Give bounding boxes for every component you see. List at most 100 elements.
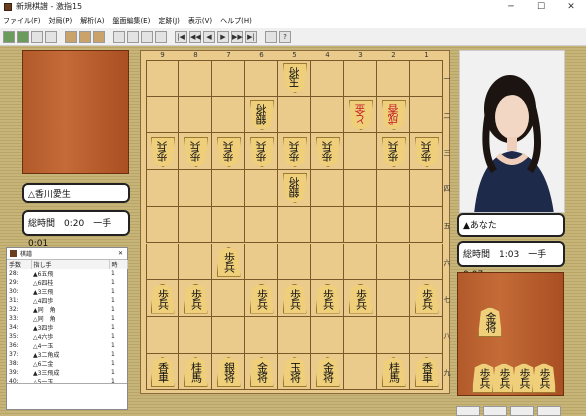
board-square[interactable] bbox=[179, 60, 212, 97]
board-square[interactable] bbox=[278, 96, 311, 134]
kifu-column-header[interactable]: 時 bbox=[109, 260, 128, 269]
kifu-row[interactable]: 32: ▲同 角 1 bbox=[7, 305, 127, 314]
first-move-icon[interactable]: |◀ bbox=[175, 30, 187, 43]
back-10-icon[interactable]: ◀◀ bbox=[189, 30, 201, 43]
kifu-column-header[interactable]: 手数 bbox=[7, 260, 32, 269]
shogi-piece[interactable]: 歩兵 bbox=[150, 283, 175, 314]
shogi-piece[interactable]: 歩兵 bbox=[250, 137, 274, 167]
kifu-row[interactable]: 39: ▲3三飛成 1 bbox=[7, 368, 127, 377]
menu-item[interactable]: 定跡(J) bbox=[158, 14, 180, 28]
board-square[interactable] bbox=[311, 170, 344, 207]
board-square[interactable] bbox=[212, 316, 245, 354]
last-move-icon[interactable]: ▶| bbox=[245, 30, 257, 43]
board-square[interactable] bbox=[245, 243, 278, 281]
board-square[interactable] bbox=[212, 280, 245, 317]
list2-icon[interactable] bbox=[127, 30, 139, 43]
save-icon[interactable] bbox=[31, 30, 43, 43]
board-square[interactable] bbox=[179, 243, 212, 281]
shogi-piece[interactable]: 歩兵 bbox=[382, 137, 406, 167]
menu-item[interactable]: 解析(A) bbox=[80, 14, 104, 28]
kifu-close-button[interactable]: ✕ bbox=[118, 250, 127, 257]
shogi-piece[interactable]: 桂馬 bbox=[381, 356, 406, 387]
board-square[interactable] bbox=[212, 206, 245, 244]
kifu-row[interactable]: 29: △6四桂 1 bbox=[7, 278, 127, 287]
board-square[interactable] bbox=[146, 170, 179, 207]
board-square[interactable] bbox=[245, 206, 278, 244]
board-square[interactable] bbox=[344, 170, 377, 207]
help-icon[interactable]: ? bbox=[279, 30, 291, 43]
board-square[interactable] bbox=[245, 170, 278, 207]
menu-item[interactable]: 対局(P) bbox=[49, 14, 73, 28]
board-square[interactable] bbox=[344, 353, 377, 391]
shogi-piece[interactable]: 成香 bbox=[382, 100, 406, 130]
shogi-piece[interactable]: 金将 bbox=[249, 356, 274, 387]
board-square[interactable] bbox=[146, 206, 179, 244]
list-icon[interactable] bbox=[113, 30, 125, 43]
board-square[interactable] bbox=[377, 316, 410, 354]
kifu-row[interactable]: 38: △6二金 1 bbox=[7, 359, 127, 368]
kifu-column-header[interactable]: 指し手 bbox=[31, 260, 110, 269]
kifu-row[interactable]: 35: △4六歩 1 bbox=[7, 332, 127, 341]
board-square[interactable] bbox=[278, 206, 311, 244]
kifu-row[interactable]: 34: ▲3四歩 1 bbox=[7, 323, 127, 332]
new-game-icon[interactable] bbox=[3, 30, 15, 43]
kifu-row[interactable]: 36: △4一玉 1 bbox=[7, 341, 127, 350]
sente-piece-stand[interactable]: 金将 歩兵 歩兵 歩兵 歩兵 bbox=[457, 272, 564, 396]
shogi-piece[interactable]: 玉将 bbox=[283, 63, 307, 93]
board-square[interactable] bbox=[311, 243, 344, 281]
board-square[interactable] bbox=[377, 243, 410, 281]
board-square[interactable] bbox=[344, 243, 377, 281]
back-icon[interactable]: ◀ bbox=[203, 30, 215, 43]
list3-icon[interactable] bbox=[141, 30, 153, 43]
shogi-piece[interactable]: 桂馬 bbox=[183, 356, 208, 387]
board-square[interactable] bbox=[410, 206, 443, 244]
hand-piece[interactable]: 歩兵 bbox=[532, 363, 556, 393]
board-square[interactable] bbox=[377, 170, 410, 207]
board-square[interactable] bbox=[146, 60, 179, 97]
board-square[interactable] bbox=[311, 96, 344, 134]
board-square[interactable] bbox=[212, 60, 245, 97]
board-square[interactable] bbox=[179, 170, 212, 207]
close-button[interactable]: ✕ bbox=[556, 0, 586, 14]
maximize-button[interactable]: ☐ bbox=[526, 0, 556, 14]
kifu-comment-box[interactable] bbox=[7, 383, 127, 409]
shogi-piece[interactable]: 歩兵 bbox=[151, 137, 175, 167]
board-square[interactable] bbox=[245, 60, 278, 97]
shogi-piece[interactable]: 歩兵 bbox=[348, 283, 373, 314]
kifu-row[interactable]: 33: △同 角 1 bbox=[7, 314, 127, 323]
shogi-piece[interactable]: 歩兵 bbox=[283, 137, 307, 167]
kifu-icon[interactable] bbox=[93, 30, 105, 43]
flip-board-icon[interactable] bbox=[79, 30, 91, 43]
shogi-piece[interactable]: 歩兵 bbox=[282, 283, 307, 314]
open-icon[interactable] bbox=[17, 30, 29, 43]
kifu-row[interactable]: 28: ▲6五飛 1 bbox=[7, 269, 127, 278]
shogi-piece[interactable]: 金将 bbox=[315, 356, 340, 387]
shogi-piece[interactable]: と金 bbox=[349, 100, 373, 130]
kifu-row[interactable]: 31: △4四歩 1 bbox=[7, 296, 127, 305]
board-square[interactable] bbox=[179, 96, 212, 134]
board-square[interactable] bbox=[410, 60, 443, 97]
board-square[interactable] bbox=[311, 60, 344, 97]
minimize-button[interactable]: ─ bbox=[496, 0, 526, 14]
board-icon[interactable] bbox=[65, 30, 77, 43]
shogi-piece[interactable]: 歩兵 bbox=[184, 137, 208, 167]
board-square[interactable] bbox=[311, 316, 344, 354]
board-square[interactable] bbox=[179, 316, 212, 354]
board-square[interactable] bbox=[344, 316, 377, 354]
board-square[interactable] bbox=[278, 316, 311, 354]
shogi-piece[interactable]: 銀将 bbox=[216, 356, 241, 387]
board-square[interactable] bbox=[377, 280, 410, 317]
board-square[interactable] bbox=[344, 206, 377, 244]
board-square[interactable] bbox=[410, 96, 443, 134]
hand-piece[interactable]: 金将 bbox=[478, 307, 502, 337]
menu-item[interactable]: 盤面編集(E) bbox=[112, 14, 150, 28]
forward-10-icon[interactable]: ▶▶ bbox=[231, 30, 243, 43]
board-square[interactable] bbox=[146, 316, 179, 354]
menu-item[interactable]: ファイル(F) bbox=[3, 14, 41, 28]
board-square[interactable] bbox=[377, 206, 410, 244]
shogi-piece[interactable]: 香車 bbox=[414, 356, 439, 387]
board-square[interactable] bbox=[311, 206, 344, 244]
shogi-piece[interactable]: 歩兵 bbox=[414, 283, 439, 314]
shogi-piece[interactable]: 歩兵 bbox=[216, 246, 241, 277]
board-square[interactable] bbox=[212, 96, 245, 134]
